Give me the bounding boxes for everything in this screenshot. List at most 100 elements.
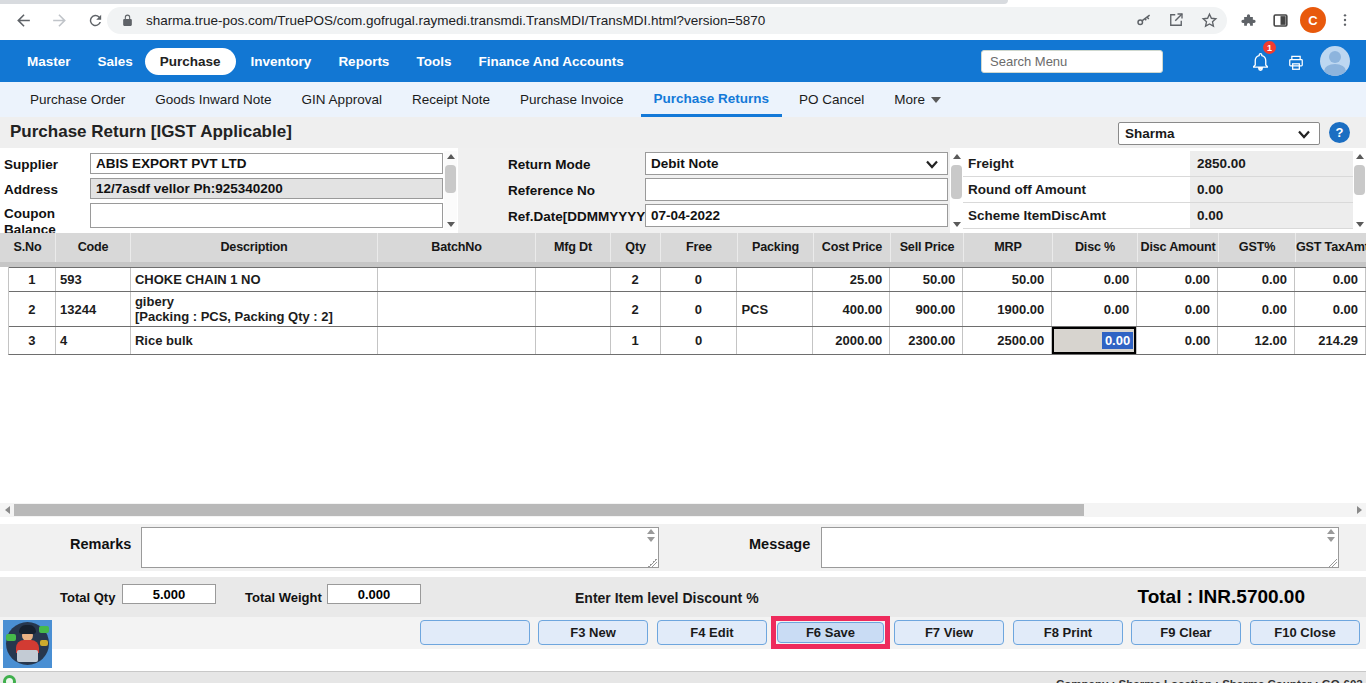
- f6-save-button[interactable]: F6 Save: [777, 622, 884, 643]
- search-menu-input[interactable]: [981, 50, 1163, 73]
- return-mode-select[interactable]: Debit Note: [645, 152, 948, 175]
- print-icon[interactable]: [1286, 53, 1306, 73]
- scheme-disc-value[interactable]: 0.00: [1190, 203, 1353, 228]
- grid-cell[interactable]: [737, 268, 813, 291]
- grid-cell[interactable]: gibery [Packing : PCS, Packing Qty : 2]: [131, 292, 378, 326]
- grid-cell[interactable]: 2500.00: [963, 327, 1052, 354]
- grid-cell[interactable]: 2300.00: [890, 327, 963, 354]
- grid-cell[interactable]: 0.00: [1218, 292, 1295, 326]
- browser-address-bar[interactable]: sharma.true-pos.com/TruePOS/com.gofrugal…: [107, 7, 1227, 34]
- freight-value[interactable]: 2850.00: [1190, 151, 1353, 176]
- grid-cell[interactable]: 214.29: [1295, 327, 1366, 354]
- grid-cell[interactable]: 400.00: [813, 292, 890, 326]
- grid-cell[interactable]: 900.00: [890, 292, 963, 326]
- total-weight-input[interactable]: [327, 584, 421, 604]
- submenu-goods-inward-note[interactable]: Goods Inward Note: [155, 92, 271, 107]
- submenu-gin-approval[interactable]: GIN Approval: [302, 92, 382, 107]
- grid-cell[interactable]: 0.00: [1137, 268, 1218, 291]
- extensions-puzzle-icon[interactable]: [1237, 9, 1259, 31]
- submenu-more[interactable]: More: [894, 92, 941, 107]
- f7-view-button[interactable]: F7 View: [894, 620, 1004, 645]
- bookmark-star-icon[interactable]: [1198, 9, 1220, 31]
- grid-cell[interactable]: 1900.00: [963, 292, 1052, 326]
- menu-tools[interactable]: Tools: [416, 54, 451, 69]
- notification-bell-icon[interactable]: [1250, 51, 1272, 73]
- grid-cell[interactable]: 4: [56, 327, 131, 354]
- support-chat-avatar[interactable]: [3, 620, 52, 668]
- grid-cell[interactable]: 1: [9, 268, 56, 291]
- grid-cell[interactable]: 0.00: [1052, 292, 1137, 326]
- horizontal-scrollbar[interactable]: [0, 503, 1366, 517]
- grid-cell[interactable]: CHOKE CHAIN 1 NO: [131, 268, 378, 291]
- grid-cell[interactable]: 0.00: [1218, 268, 1295, 291]
- grid-cell[interactable]: 2: [9, 292, 56, 326]
- left-panel-scrollbar[interactable]: [444, 151, 457, 230]
- f10-close-button[interactable]: F10 Close: [1250, 620, 1360, 645]
- grid-cell[interactable]: [378, 292, 536, 326]
- grid-cell[interactable]: 0: [661, 268, 738, 291]
- ref-date-input[interactable]: [645, 204, 948, 227]
- scroll-left-icon[interactable]: [0, 503, 14, 517]
- menu-reports[interactable]: Reports: [338, 54, 389, 69]
- browser-back-icon[interactable]: [12, 9, 34, 31]
- remarks-textarea[interactable]: [141, 527, 659, 568]
- address-input[interactable]: [90, 178, 443, 199]
- grid-cell[interactable]: 0: [661, 292, 738, 326]
- coupon-balance-input[interactable]: [90, 203, 443, 228]
- grid-cell[interactable]: PCS: [737, 292, 813, 326]
- submenu-purchase-order[interactable]: Purchase Order: [30, 92, 125, 107]
- grid-cell[interactable]: 0.00: [1137, 327, 1218, 354]
- grid-cell[interactable]: 50.00: [963, 268, 1052, 291]
- grid-cell[interactable]: Rice bulk: [131, 327, 378, 354]
- submenu-receipt-note[interactable]: Receipt Note: [412, 92, 490, 107]
- supplier-input[interactable]: [90, 153, 443, 174]
- grid-cell[interactable]: 0.00: [1052, 327, 1137, 354]
- grid-cell[interactable]: 2: [611, 292, 661, 326]
- roundoff-value[interactable]: 0.00: [1190, 177, 1353, 202]
- total-qty-input[interactable]: [122, 584, 216, 604]
- grid-cell[interactable]: 50.00: [890, 268, 963, 291]
- grid-cell[interactable]: 0.00: [1295, 268, 1366, 291]
- f4-edit-button[interactable]: F4 Edit: [657, 620, 767, 645]
- grid-cell[interactable]: [378, 327, 536, 354]
- browser-forward-icon[interactable]: [48, 9, 70, 31]
- menu-finance[interactable]: Finance And Accounts: [478, 54, 623, 69]
- grid-cell[interactable]: 2000.00: [813, 327, 890, 354]
- menu-sales[interactable]: Sales: [98, 54, 133, 69]
- grid-cell[interactable]: 1: [611, 327, 661, 354]
- password-key-icon[interactable]: [1133, 9, 1155, 31]
- grid-cell[interactable]: 13244: [56, 292, 131, 326]
- grid-cell[interactable]: [536, 268, 611, 291]
- grid-cell[interactable]: 0: [661, 327, 738, 354]
- middle-panel-scrollbar[interactable]: [950, 151, 963, 230]
- grid-cell[interactable]: [536, 292, 611, 326]
- menu-purchase[interactable]: Purchase: [145, 48, 236, 75]
- help-button[interactable]: ?: [1329, 122, 1350, 143]
- grid-cell[interactable]: 2: [611, 268, 661, 291]
- grid-cell[interactable]: 3: [9, 327, 56, 354]
- side-panel-icon[interactable]: [1269, 9, 1291, 31]
- submenu-purchase-returns[interactable]: Purchase Returns: [641, 82, 783, 117]
- grid-cell[interactable]: [536, 327, 611, 354]
- right-panel-scrollbar[interactable]: [1353, 151, 1366, 230]
- selected-cell-editor[interactable]: 0.00: [1052, 327, 1136, 354]
- blank-button[interactable]: [420, 620, 530, 645]
- grid-cell[interactable]: [737, 327, 813, 354]
- submenu-purchase-invoice[interactable]: Purchase Invoice: [520, 92, 624, 107]
- grid-cell[interactable]: 25.00: [813, 268, 890, 291]
- reference-no-input[interactable]: [645, 178, 948, 201]
- grid-cell[interactable]: 0.00: [1052, 268, 1137, 291]
- grid-cell[interactable]: 593: [56, 268, 131, 291]
- menu-inventory[interactable]: Inventory: [251, 54, 312, 69]
- f9-clear-button[interactable]: F9 Clear: [1131, 620, 1241, 645]
- grid-cell[interactable]: 12.00: [1218, 327, 1295, 354]
- browser-reload-icon[interactable]: [84, 9, 106, 31]
- scroll-right-icon[interactable]: [1352, 503, 1366, 517]
- browser-menu-dots-icon[interactable]: [1334, 9, 1356, 31]
- share-icon[interactable]: [1165, 9, 1187, 31]
- user-avatar[interactable]: [1320, 46, 1350, 76]
- grid-cell[interactable]: 0.00: [1295, 292, 1366, 326]
- f3-new-button[interactable]: F3 New: [538, 620, 648, 645]
- browser-profile-avatar[interactable]: C: [1300, 7, 1326, 33]
- scrollbar-thumb[interactable]: [14, 504, 1084, 516]
